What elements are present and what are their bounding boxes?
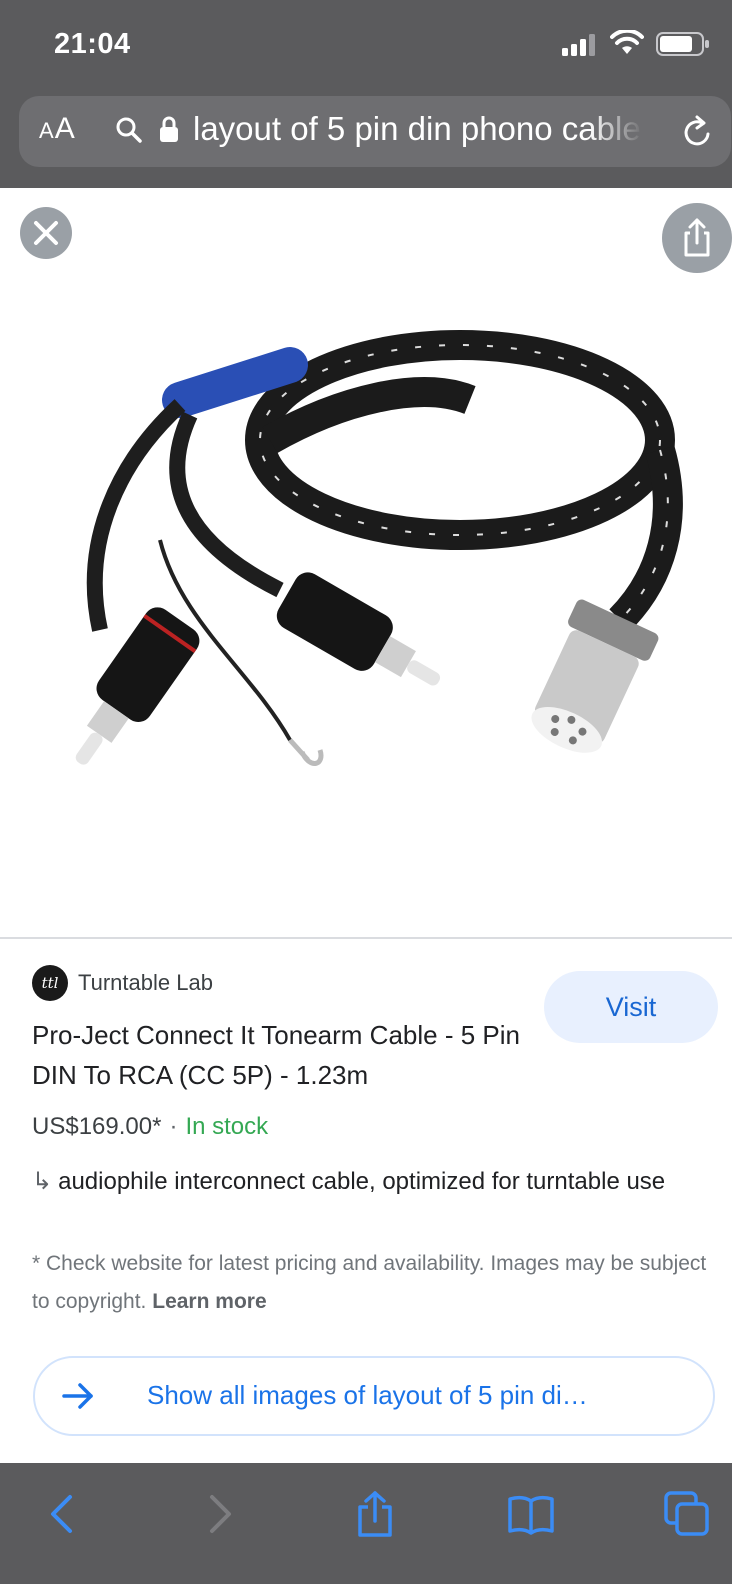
status-time: 21:04 (54, 28, 131, 60)
divider (0, 937, 732, 939)
status-icons (550, 30, 710, 60)
search-icon (116, 117, 142, 143)
text-size-button[interactable]: AA (39, 112, 76, 146)
reload-icon[interactable] (681, 114, 715, 150)
url-text[interactable]: layout of 5 pin din phono cable (193, 110, 643, 150)
source-name[interactable]: Turntable Lab (78, 970, 213, 996)
product-title[interactable]: Pro-Ject Connect It Tonearm Cable - 5 Pi… (32, 1015, 532, 1095)
learn-more-link[interactable]: Learn more (152, 1290, 266, 1313)
visit-button[interactable]: Visit (544, 971, 718, 1043)
address-bar[interactable]: AA layout of 5 pin din phono cable (19, 96, 731, 167)
price: US$169.00* (32, 1113, 162, 1140)
share-icon (684, 218, 710, 257)
arrow-right-icon (62, 1383, 93, 1409)
tabs-icon[interactable] (664, 1491, 710, 1537)
lock-icon (160, 116, 178, 142)
share-image-button[interactable] (662, 203, 732, 273)
show-all-images-button[interactable]: Show all images of layout of 5 pin di… (33, 1356, 715, 1436)
price-line: US$169.00* · In stock (32, 1113, 268, 1141)
bottom-toolbar (0, 1463, 732, 1584)
stock-status: In stock (185, 1113, 269, 1140)
wifi-icon (610, 30, 644, 54)
subdirectory-arrow-icon: ↳ (32, 1168, 53, 1195)
battery-icon (656, 32, 709, 56)
disclaimer: * Check website for latest pricing and a… (32, 1245, 712, 1321)
back-icon[interactable] (40, 1491, 86, 1537)
close-icon (34, 221, 58, 245)
disclaimer-text: * Check website for latest pricing and a… (32, 1252, 707, 1313)
separator: · (169, 1113, 178, 1140)
product-description: ↳ audiophile interconnect cable, optimize… (32, 1163, 712, 1201)
cellular-signal-icon (562, 34, 595, 56)
share-icon[interactable] (352, 1491, 398, 1537)
forward-icon[interactable] (196, 1491, 242, 1537)
bookmarks-icon[interactable] (508, 1491, 554, 1537)
browser-chrome: 21:04 AA layout of 5 pin din phono cable (0, 0, 732, 188)
description-text: audiophile interconnect cable, optimized… (58, 1168, 666, 1195)
source-logo: ttl (32, 965, 68, 1001)
close-button[interactable] (20, 207, 72, 259)
cable-product-image[interactable] (40, 320, 700, 800)
show-all-label: Show all images of layout of 5 pin di… (147, 1380, 588, 1410)
